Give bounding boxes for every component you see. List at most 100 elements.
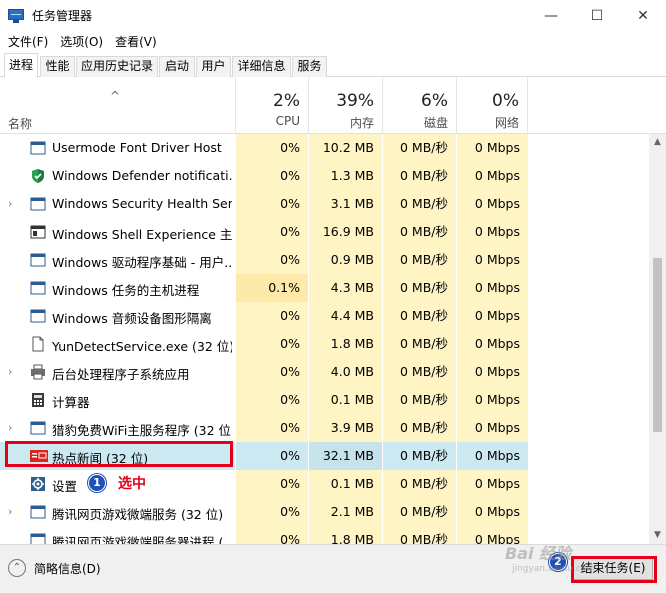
process-row[interactable]: Windows 任务的主机进程 0.1% 4.3 MB 0 MB/秒 0 Mbps: [0, 274, 649, 302]
tab-details[interactable]: 详细信息: [232, 56, 291, 77]
network-value: 0 Mbps: [456, 330, 528, 358]
fewer-details-button[interactable]: ⌃ 简略信息(D): [8, 559, 101, 577]
expand-chevron-icon[interactable]: ›: [8, 421, 12, 434]
process-name-cell[interactable]: Windows Shell Experience 主...: [0, 218, 235, 246]
network-value: 0 Mbps: [456, 442, 528, 470]
app-window-icon: [30, 308, 46, 324]
process-name-cell[interactable]: › 猎豹免费WiFi主服务程序 (32 位): [0, 414, 235, 442]
title-bar: 任务管理器 — ☐ ✕: [0, 0, 666, 31]
process-name-cell[interactable]: Windows Defender notificati...: [0, 162, 235, 190]
annotation-highlight-selected-row: [5, 441, 233, 467]
maximize-button[interactable]: ☐: [574, 0, 620, 31]
memory-value: 0.9 MB: [308, 246, 382, 274]
process-row[interactable]: › 腾讯网页游戏微端服务 (32 位) 0% 2.1 MB 0 MB/秒 0 Mbps: [0, 498, 649, 526]
cpu-value: 0%: [235, 134, 308, 162]
process-row[interactable]: Windows 驱动程序基础 - 用户... 0% 0.9 MB 0 MB/秒 0 Mb…: [0, 246, 649, 274]
process-row[interactable]: 计算器 0% 0.1 MB 0 MB/秒 0 Mbps: [0, 386, 649, 414]
tab-processes[interactable]: 进程: [4, 53, 38, 78]
process-row[interactable]: › Windows Security Health Ser... 0% 3.1 MB 0…: [0, 190, 649, 218]
process-name: Usermode Font Driver Host: [52, 140, 222, 155]
cpu-value: 0%: [235, 442, 308, 470]
disk-value: 0 MB/秒: [382, 414, 456, 442]
disk-value: 0 MB/秒: [382, 162, 456, 190]
app-window-icon: [30, 532, 46, 544]
app-window-icon: [30, 196, 46, 212]
process-name: YunDetectService.exe (32 位): [52, 339, 232, 354]
memory-value: 2.1 MB: [308, 498, 382, 526]
process-name-cell[interactable]: YunDetectService.exe (32 位): [0, 330, 235, 358]
process-name-cell[interactable]: › Windows Security Health Ser...: [0, 190, 235, 218]
app-window-icon: [30, 140, 46, 156]
network-value: 0 Mbps: [456, 358, 528, 386]
app-window-icon: [30, 420, 46, 436]
network-value: 0 Mbps: [456, 414, 528, 442]
expand-chevron-icon[interactable]: ›: [8, 505, 12, 518]
tab-users[interactable]: 用户: [196, 56, 231, 77]
tab-startup[interactable]: 启动: [159, 56, 195, 77]
menu-options[interactable]: 选项(O): [54, 32, 109, 52]
sort-arrow-icon[interactable]: ^: [110, 89, 120, 103]
process-name-cell[interactable]: › 后台处理程序子系统应用: [0, 358, 235, 386]
disk-value: 0 MB/秒: [382, 470, 456, 498]
process-row[interactable]: › 后台处理程序子系统应用 0% 4.0 MB 0 MB/秒 0 Mbps: [0, 358, 649, 386]
process-name: Windows Shell Experience 主...: [52, 227, 232, 242]
cpu-value: 0%: [235, 246, 308, 274]
column-memory[interactable]: 39% 内存: [308, 77, 382, 133]
process-row[interactable]: Windows 音频设备图形隔离 0% 4.4 MB 0 MB/秒 0 Mbps: [0, 302, 649, 330]
network-value: 0 Mbps: [456, 218, 528, 246]
cpu-value: 0%: [235, 190, 308, 218]
network-value: 0 Mbps: [456, 386, 528, 414]
tab-app-history[interactable]: 应用历史记录: [76, 56, 158, 77]
app-window-icon: [30, 252, 46, 268]
expand-chevron-icon[interactable]: ›: [8, 365, 12, 378]
menu-file[interactable]: 文件(F): [2, 32, 54, 52]
column-name[interactable]: 名称: [8, 115, 32, 132]
memory-value: 0.1 MB: [308, 470, 382, 498]
annotation-badge-1: 1: [88, 474, 106, 492]
scroll-thumb[interactable]: [653, 258, 662, 432]
disk-value: 0 MB/秒: [382, 134, 456, 162]
process-row[interactable]: › 猎豹免费WiFi主服务程序 (32 位) 0% 3.9 MB 0 MB/秒 0 Mbp…: [0, 414, 649, 442]
process-name: Windows Security Health Ser...: [52, 196, 232, 211]
tab-performance[interactable]: 性能: [40, 56, 75, 77]
disk-label: 磁盘: [423, 116, 448, 130]
menu-view[interactable]: 查看(V): [109, 32, 163, 52]
column-cpu[interactable]: 2% CPU: [235, 77, 308, 133]
process-row[interactable]: Usermode Font Driver Host 0% 10.2 MB 0 MB/秒…: [0, 134, 649, 162]
scroll-up-arrow-icon[interactable]: ▲: [649, 134, 666, 151]
network-total: 0%: [492, 91, 519, 111]
memory-label: 内存: [349, 116, 374, 130]
column-disk[interactable]: 6% 磁盘: [382, 77, 456, 133]
window-title: 任务管理器: [32, 9, 93, 23]
shell-window-icon: [30, 224, 46, 240]
network-value: 0 Mbps: [456, 470, 528, 498]
expand-chevron-icon[interactable]: ›: [8, 197, 12, 210]
process-name-cell[interactable]: Windows 驱动程序基础 - 用户...: [0, 246, 235, 274]
scroll-down-arrow-icon[interactable]: ▼: [649, 527, 666, 544]
column-network[interactable]: 0% 网络: [456, 77, 528, 133]
app-window-icon: [30, 504, 46, 520]
close-button[interactable]: ✕: [620, 0, 666, 31]
process-row[interactable]: Windows Shell Experience 主... 0% 16.9 MB 0 …: [0, 218, 649, 246]
disk-value: 0 MB/秒: [382, 330, 456, 358]
cpu-value: 0%: [235, 218, 308, 246]
process-name: 腾讯网页游戏微端服务 (32 位): [52, 507, 224, 522]
memory-value: 32.1 MB: [308, 442, 382, 470]
process-row[interactable]: Windows Defender notificati... 0% 1.3 MB 0 …: [0, 162, 649, 190]
network-value: 0 Mbps: [456, 134, 528, 162]
process-name-cell[interactable]: 腾讯网页游戏微端服务器进程 (...: [0, 526, 235, 544]
process-name-cell[interactable]: Usermode Font Driver Host: [0, 134, 235, 162]
tab-services[interactable]: 服务: [292, 56, 327, 77]
minimize-button[interactable]: —: [528, 0, 574, 31]
process-row[interactable]: YunDetectService.exe (32 位) 0% 1.8 MB 0 MB/…: [0, 330, 649, 358]
vertical-scrollbar[interactable]: ▲ ▼: [649, 134, 666, 544]
process-name-cell[interactable]: Windows 任务的主机进程: [0, 274, 235, 302]
cpu-value: 0%: [235, 162, 308, 190]
process-name-cell[interactable]: Windows 音频设备图形隔离: [0, 302, 235, 330]
process-name: 猎豹免费WiFi主服务程序 (32 位): [52, 423, 232, 438]
process-name-cell[interactable]: › 腾讯网页游戏微端服务 (32 位): [0, 498, 235, 526]
memory-value: 3.1 MB: [308, 190, 382, 218]
process-name-cell[interactable]: 计算器: [0, 386, 235, 414]
process-name: Windows Defender notificati...: [52, 168, 232, 183]
chevron-up-circle-icon: ⌃: [8, 559, 26, 577]
